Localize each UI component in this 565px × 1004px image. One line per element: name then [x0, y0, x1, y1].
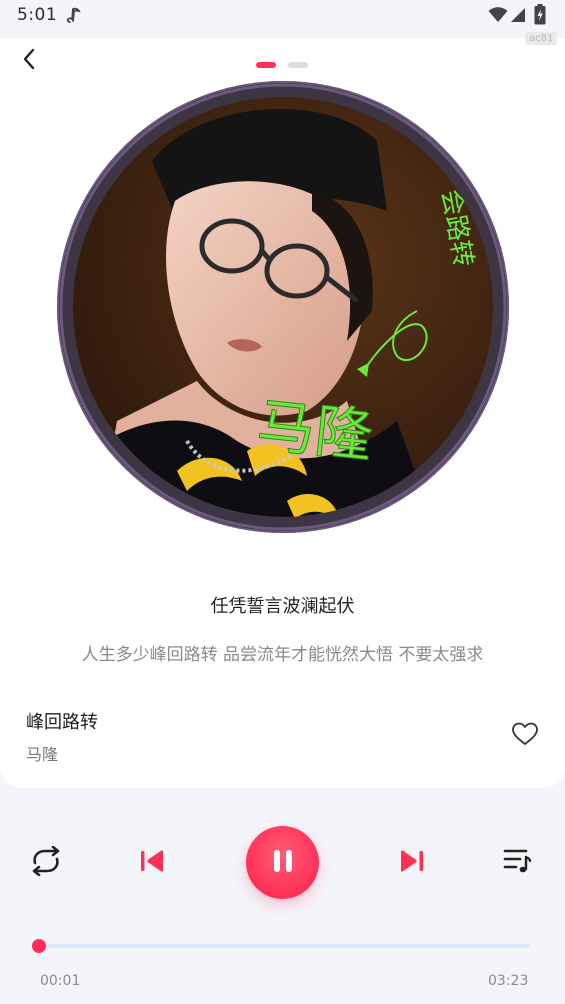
music-note-icon — [66, 6, 82, 30]
current-time: 00:01 — [40, 973, 81, 989]
song-artist[interactable]: 马隆 — [26, 741, 58, 765]
playlist-button[interactable] — [497, 843, 537, 883]
pause-icon — [268, 846, 298, 880]
play-pause-button[interactable] — [246, 826, 319, 899]
favorite-button[interactable] — [510, 721, 540, 751]
album-disc[interactable]: 会路转 马隆 — [57, 81, 509, 533]
song-title: 峰回路转 — [26, 712, 98, 733]
player-card: ac81 会路转 马隆 任凭誓言波澜起伏 人生多少峰回路转 品尝流年才能恍然大悟… — [0, 32, 565, 788]
wifi-icon — [488, 7, 508, 27]
debug-badge: ac81 — [525, 32, 558, 45]
skip-next-icon — [399, 849, 425, 877]
page-dot-active[interactable] — [256, 62, 276, 68]
progress-thumb[interactable] — [32, 939, 47, 953]
status-bar: 5:01 — [0, 0, 565, 34]
repeat-button[interactable] — [26, 843, 66, 883]
cover-text: 马隆 — [254, 391, 376, 471]
skip-previous-icon — [139, 849, 165, 877]
status-time: 5:01 — [17, 5, 58, 25]
page-indicator — [256, 62, 308, 68]
repeat-icon — [29, 845, 63, 880]
heart-outline-icon — [512, 722, 538, 750]
total-time: 03:23 — [488, 973, 529, 989]
next-button[interactable] — [392, 843, 432, 883]
progress-bar[interactable] — [32, 939, 530, 953]
current-lyric: 任凭誓言波澜起伏 — [210, 596, 355, 617]
cell-signal-icon — [509, 7, 526, 27]
chevron-left-icon — [22, 48, 36, 74]
next-lyric: 人生多少峰回路转 品尝流年才能恍然大悟 不要太强求 — [81, 645, 484, 665]
page-dot[interactable] — [288, 62, 308, 68]
playlist-icon — [502, 847, 532, 879]
album-cover-art: 会路转 马隆 — [59, 83, 507, 531]
back-button[interactable] — [14, 46, 44, 76]
battery-charging-icon — [534, 4, 546, 29]
previous-button[interactable] — [132, 843, 172, 883]
